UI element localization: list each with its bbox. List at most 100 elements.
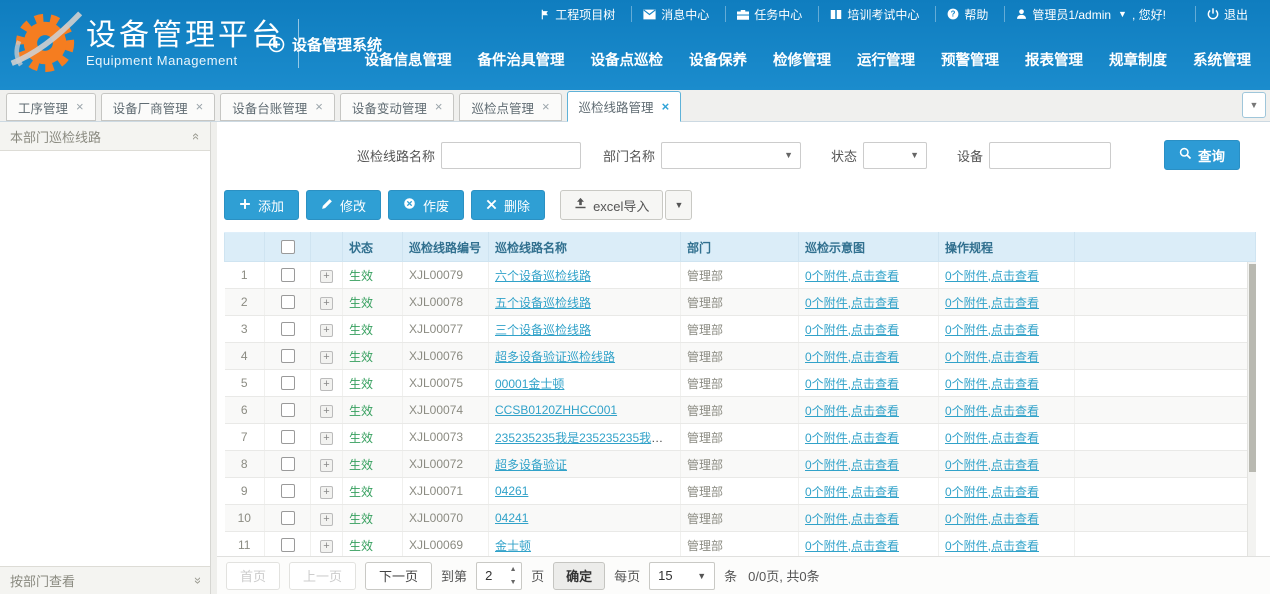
procedure-attachments-link[interactable]: 0个附件,点击查看 [945, 458, 1039, 472]
table-row[interactable]: 4 + 生效 XJL00076 超多设备验证巡检线路 管理部 0个附件,点击查看… [225, 343, 1256, 370]
table-row[interactable]: 1 + 生效 XJL00079 六个设备巡检线路 管理部 0个附件,点击查看 0… [225, 262, 1256, 289]
procedure-attachments-link[interactable]: 0个附件,点击查看 [945, 323, 1039, 337]
chevron-double-up-icon[interactable]: « [189, 132, 204, 139]
row-checkbox[interactable] [281, 511, 295, 525]
page-number-value[interactable]: 2 [477, 563, 505, 589]
procedure-attachments-link[interactable]: 0个附件,点击查看 [945, 431, 1039, 445]
procedure-attachments-link[interactable]: 0个附件,点击查看 [945, 404, 1039, 418]
route-name-link[interactable]: 六个设备巡检线路 [495, 269, 591, 283]
close-icon[interactable]: × [542, 102, 550, 112]
row-checkbox[interactable] [281, 403, 295, 417]
procedure-attachments-link[interactable]: 0个附件,点击查看 [945, 512, 1039, 526]
route-name-input[interactable] [441, 142, 581, 169]
spinner-up-icon[interactable]: ▲ [505, 563, 521, 576]
row-expander-icon[interactable]: + [320, 486, 333, 499]
procedure-attachments-link[interactable]: 0个附件,点击查看 [945, 485, 1039, 499]
top-menu-item[interactable]: 工程项目树 ▼ [528, 6, 631, 22]
diagram-attachments-link[interactable]: 0个附件,点击查看 [805, 431, 899, 445]
row-checkbox[interactable] [281, 457, 295, 471]
tab[interactable]: 设备厂商管理 × [101, 93, 216, 121]
status-select[interactable]: ▼ [863, 142, 927, 169]
page-number-spinner[interactable]: 2 ▲ ▼ [476, 562, 522, 590]
diagram-attachments-link[interactable]: 0个附件,点击查看 [805, 296, 899, 310]
route-name-link[interactable]: 三个设备巡检线路 [495, 323, 591, 337]
row-expander-icon[interactable]: + [320, 297, 333, 310]
diagram-attachments-link[interactable]: 0个附件,点击查看 [805, 377, 899, 391]
route-name-link[interactable]: 金士顿 [495, 539, 531, 553]
route-name-link[interactable]: 超多设备验证巡检线路 [495, 350, 615, 364]
table-row[interactable]: 9 + 生效 XJL00071 04261 管理部 0个附件,点击查看 0个附件… [225, 478, 1256, 505]
route-name-link[interactable]: 04261 [495, 484, 528, 498]
procedure-attachments-link[interactable]: 0个附件,点击查看 [945, 377, 1039, 391]
close-icon[interactable]: × [76, 102, 84, 112]
first-page-button[interactable]: 首页 [226, 562, 280, 590]
tab[interactable]: 工序管理 × [6, 93, 96, 121]
void-button[interactable]: 作废 [388, 190, 464, 220]
row-expander-icon[interactable]: + [320, 405, 333, 418]
scrollbar-thumb[interactable] [1249, 264, 1256, 472]
table-row[interactable]: 11 + 生效 XJL00069 金士顿 管理部 0个附件,点击查看 0个附件,… [225, 532, 1256, 557]
diagram-attachments-link[interactable]: 0个附件,点击查看 [805, 269, 899, 283]
nav-item[interactable]: 报表管理 [1012, 48, 1096, 74]
table-row[interactable]: 5 + 生效 XJL00075 00001金士顿 管理部 0个附件,点击查看 0… [225, 370, 1256, 397]
query-button[interactable]: 查询 [1164, 140, 1240, 170]
device-input[interactable] [989, 142, 1111, 169]
row-checkbox[interactable] [281, 349, 295, 363]
top-menu-item[interactable]: 任务中心 ▼ [725, 6, 818, 22]
nav-item[interactable]: 设备信息管理 [352, 48, 465, 74]
table-row[interactable]: 6 + 生效 XJL00074 CCSB0120ZHHCC001 管理部 0个附… [225, 397, 1256, 424]
row-expander-icon[interactable]: + [320, 540, 333, 553]
close-icon[interactable]: × [196, 102, 204, 112]
nav-item[interactable]: 运行管理 [844, 48, 928, 74]
row-expander-icon[interactable]: + [320, 513, 333, 526]
tab[interactable]: 设备台账管理 × [220, 93, 335, 121]
excel-import-button[interactable]: excel导入 [560, 190, 663, 220]
vertical-scrollbar[interactable] [1247, 262, 1256, 556]
chevron-double-down-icon[interactable]: « [189, 577, 204, 584]
table-row[interactable]: 3 + 生效 XJL00077 三个设备巡检线路 管理部 0个附件,点击查看 0… [225, 316, 1256, 343]
row-expander-icon[interactable]: + [320, 270, 333, 283]
top-menu-item[interactable]: 管理员1/admin ▼ , 您好! [1004, 6, 1177, 22]
route-name-link[interactable]: 超多设备验证 [495, 458, 567, 472]
diagram-attachments-link[interactable]: 0个附件,点击查看 [805, 512, 899, 526]
add-button[interactable]: 添加 [224, 190, 299, 220]
diagram-attachments-link[interactable]: 0个附件,点击查看 [805, 323, 899, 337]
per-page-select[interactable]: 15 ▼ [649, 562, 715, 590]
diagram-attachments-link[interactable]: 0个附件,点击查看 [805, 350, 899, 364]
row-checkbox[interactable] [281, 484, 295, 498]
row-expander-icon[interactable]: + [320, 432, 333, 445]
procedure-attachments-link[interactable]: 0个附件,点击查看 [945, 269, 1039, 283]
row-checkbox[interactable] [281, 322, 295, 336]
top-menu-item[interactable]: ? 帮助 ▼ [935, 6, 1004, 22]
tab[interactable]: 巡检点管理 × [459, 93, 561, 121]
close-icon[interactable]: × [662, 102, 670, 112]
confirm-button[interactable]: 确定 [553, 562, 605, 590]
tab[interactable]: 设备变动管理 × [340, 93, 455, 121]
delete-button[interactable]: 删除 [471, 190, 545, 220]
route-name-link[interactable]: 235235235我是235235235我是2... [495, 431, 680, 445]
row-checkbox[interactable] [281, 538, 295, 552]
table-row[interactable]: 10 + 生效 XJL00070 04241 管理部 0个附件,点击查看 0个附… [225, 505, 1256, 532]
route-name-link[interactable]: 五个设备巡检线路 [495, 296, 591, 310]
route-name-link[interactable]: CCSB0120ZHHCC001 [495, 403, 617, 417]
top-menu-item[interactable]: 退出 ▼ [1195, 6, 1264, 22]
diagram-attachments-link[interactable]: 0个附件,点击查看 [805, 458, 899, 472]
sidebar-bottom-panel[interactable]: 按部门查看 « [0, 566, 210, 594]
excel-import-dropdown-button[interactable]: ▼ [665, 190, 692, 220]
close-icon[interactable]: × [315, 102, 323, 112]
sidebar-panel-header[interactable]: 本部门巡检线路 « [0, 122, 210, 151]
prev-page-button[interactable]: 上一页 [289, 562, 356, 590]
diagram-attachments-link[interactable]: 0个附件,点击查看 [805, 539, 899, 553]
nav-item[interactable]: 预警管理 [928, 48, 1012, 74]
nav-item[interactable]: 规章制度 [1096, 48, 1180, 74]
tab-overflow-button[interactable]: ▼ [1242, 92, 1266, 118]
row-expander-icon[interactable]: + [320, 351, 333, 364]
spinner-down-icon[interactable]: ▼ [505, 576, 521, 589]
route-name-link[interactable]: 04241 [495, 511, 528, 525]
table-row[interactable]: 7 + 生效 XJL00073 235235235我是235235235我是2.… [225, 424, 1256, 451]
diagram-attachments-link[interactable]: 0个附件,点击查看 [805, 404, 899, 418]
diagram-attachments-link[interactable]: 0个附件,点击查看 [805, 485, 899, 499]
procedure-attachments-link[interactable]: 0个附件,点击查看 [945, 350, 1039, 364]
tab[interactable]: 巡检线路管理 × [567, 91, 682, 122]
row-checkbox[interactable] [281, 268, 295, 282]
